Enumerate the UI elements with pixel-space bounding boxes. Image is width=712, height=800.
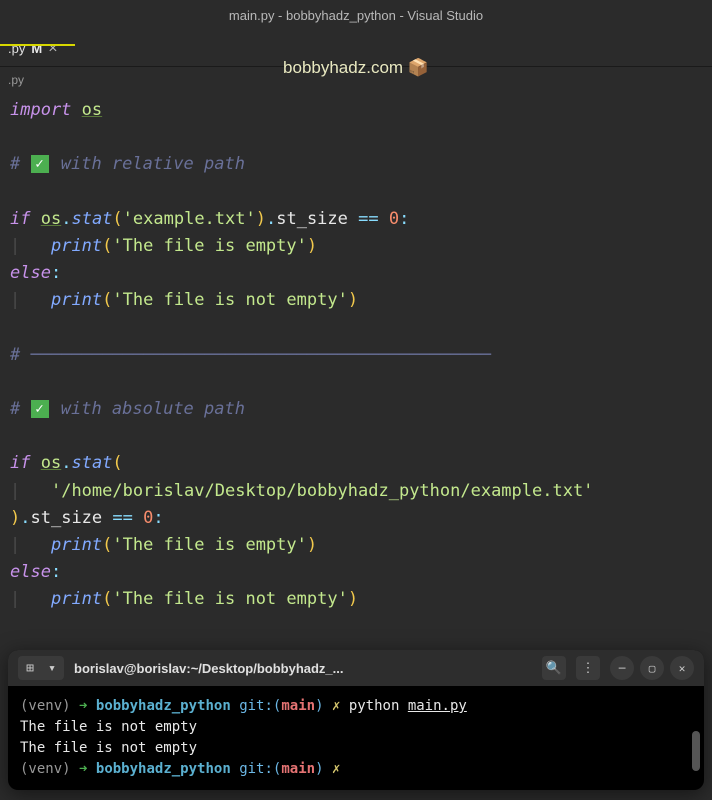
maximize-button[interactable]: ▢ [640, 656, 664, 680]
watermark-text: bobbyhadz.com 📦 [283, 58, 429, 78]
terminal-header: ⊞ ▾ borislav@borislav:~/Desktop/bobbyhad… [8, 650, 704, 686]
editor-tab[interactable]: .py M × [0, 31, 66, 66]
search-icon[interactable]: 🔍 [542, 656, 566, 680]
terminal-title: borislav@borislav:~/Desktop/bobbyhadz_..… [74, 661, 532, 676]
plus-icon: ⊞ [20, 658, 40, 678]
check-icon: ✓ [31, 155, 49, 173]
menu-icon[interactable]: ⋮ [576, 656, 600, 680]
window-title: main.py - bobbyhadz_python - Visual Stud… [0, 0, 712, 31]
terminal-window: ⊞ ▾ borislav@borislav:~/Desktop/bobbyhad… [8, 650, 704, 790]
code-editor[interactable]: import os # ✓ with relative path if os.s… [0, 93, 712, 618]
tab-active-indicator [0, 44, 75, 46]
check-icon: ✓ [31, 400, 49, 418]
close-icon[interactable]: × [48, 40, 57, 58]
minimize-button[interactable]: ─ [610, 656, 634, 680]
chevron-down-icon: ▾ [42, 658, 62, 678]
close-button[interactable]: ✕ [670, 656, 694, 680]
new-tab-button[interactable]: ⊞ ▾ [18, 656, 64, 680]
terminal-scrollbar[interactable] [692, 731, 700, 771]
terminal-output[interactable]: (venv) ➜ bobbyhadz_python git:(main) ✗ p… [8, 686, 704, 790]
